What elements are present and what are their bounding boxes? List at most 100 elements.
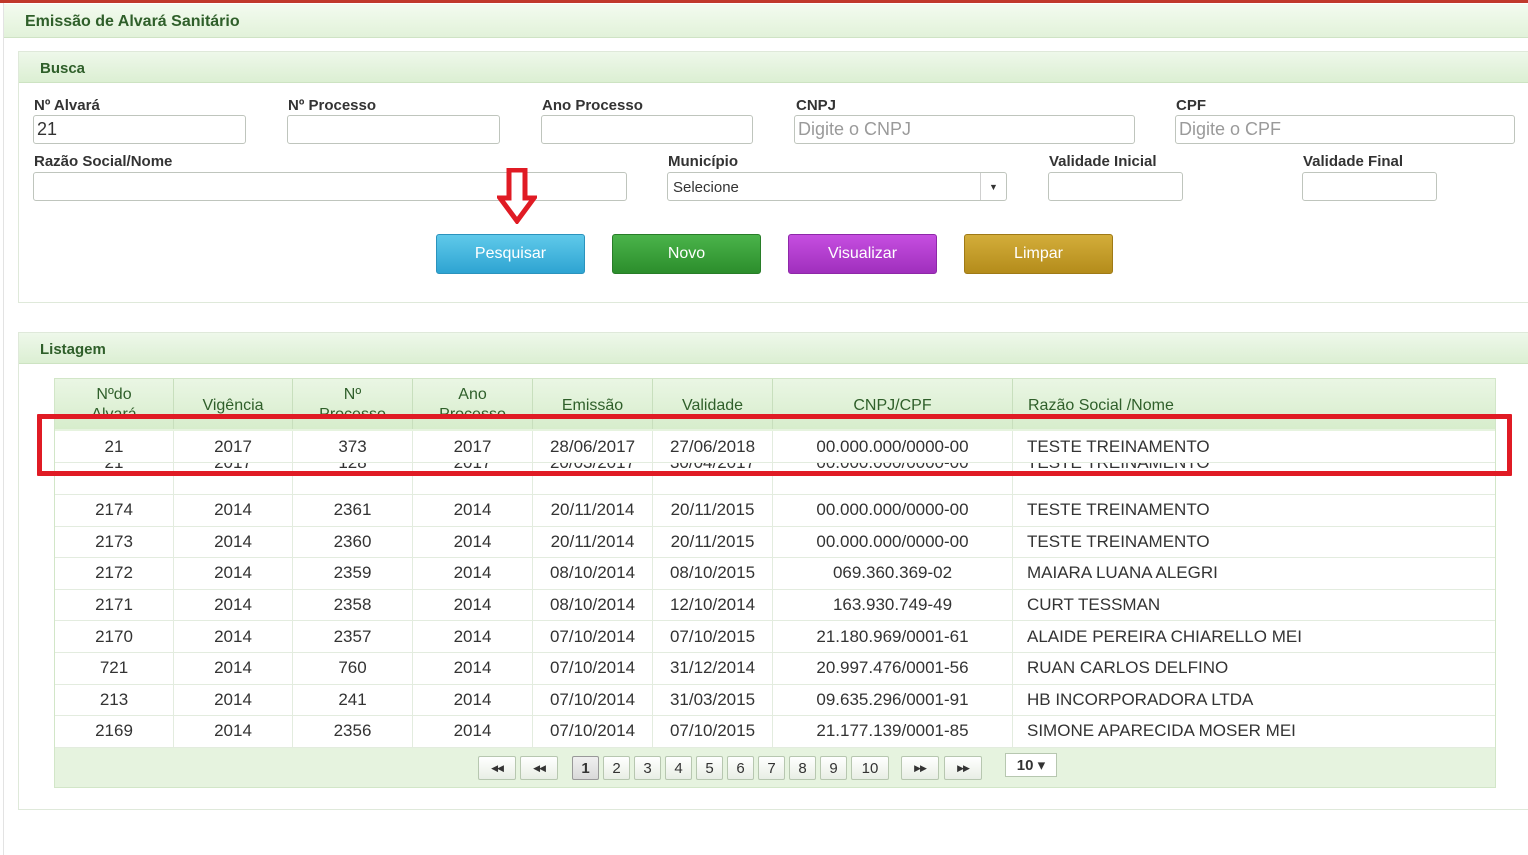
validade-final-input[interactable]: [1302, 172, 1437, 201]
cell-validade: 20/11/2015: [653, 495, 773, 526]
cell-alvara: 2170: [55, 621, 174, 652]
page-6-button[interactable]: 6: [727, 756, 754, 780]
cell-emissao: 20/11/2014: [533, 495, 653, 526]
page-title: Emissão de Alvará Sanitário: [25, 13, 240, 30]
first-page-button[interactable]: ◀◀: [478, 756, 516, 780]
table-row[interactable]: 2169 2014 2356 2014 07/10/2014 07/10/2015 21.1…: [55, 716, 1495, 748]
prev-page-button[interactable]: ◀◀: [520, 756, 558, 780]
cell-processo: 2358: [293, 589, 413, 621]
cell-validade: 20/11/2015: [653, 526, 773, 558]
cell-vigencia: 2014: [174, 621, 293, 652]
cell-alvara-text: 2169: [95, 721, 133, 741]
cell-alvara-text: 2171: [95, 595, 133, 615]
cell-emissao: 08/10/2014: [533, 589, 653, 621]
cell-razao-text: TESTE TREINAMENTO: [1027, 500, 1210, 520]
cell-cnpj-text: 21.177.139/0001-85: [816, 721, 969, 741]
cell-razao: CURT TESSMAN: [1013, 590, 1495, 621]
cell-ano-text: 2014: [453, 658, 492, 678]
cell-processo: 2357: [293, 621, 413, 652]
cell-validade-text: 20/11/2015: [670, 500, 755, 520]
validade-inicial-input[interactable]: [1048, 172, 1183, 201]
cell-processo-text: 2356: [333, 721, 372, 741]
cell-alvara: 2169: [55, 716, 174, 747]
page-7-button[interactable]: 7: [758, 756, 785, 780]
processo-input[interactable]: [287, 115, 500, 144]
cell-ano-text: 2014: [453, 563, 492, 583]
chevron-down-icon[interactable]: ▼: [980, 173, 1006, 200]
cell-razao-text: HB INCORPORADORA LTDA: [1027, 689, 1254, 709]
cell-cnpj: 00.000.000/0000-00: [773, 526, 1013, 558]
cell-razao-text: TESTE TREINAMENTO: [1027, 531, 1210, 551]
col-header-cnpj-cpf-label: CNPJ/CPF: [853, 397, 932, 414]
limpar-button[interactable]: Limpar: [964, 234, 1113, 274]
page-1-button[interactable]: 1: [572, 756, 599, 780]
listing-panel-title: Listagem: [40, 341, 106, 358]
cell-vigencia: 2014: [174, 558, 293, 589]
pagination: ◀◀ ◀◀ 1 2 3 4 5 6 7 8 9 10 ▶▶ ▶▶ 10 ▾: [55, 747, 1495, 787]
col-header-processo-line1: Nº: [343, 386, 362, 403]
cnpj-input[interactable]: [794, 115, 1135, 144]
cell-ano-text: 2014: [453, 595, 492, 615]
cell-vigencia-text: 2014: [214, 531, 252, 551]
cell-cnpj: 09.635.296/0001-91: [773, 684, 1013, 716]
cell-vigencia-text: 2014: [214, 595, 252, 615]
last-page-button[interactable]: ▶▶: [944, 756, 982, 780]
cell-vigencia-text: 2014: [214, 626, 252, 646]
table-row[interactable]: 2174 2014 2361 2014 20/11/2014 20/11/2015 00.0…: [55, 495, 1495, 527]
cell-razao: TESTE TREINAMENTO: [1013, 495, 1495, 526]
cell-alvara: 2173: [55, 526, 174, 558]
cell-alvara: 213: [55, 684, 174, 716]
municipio-selected: Selecione: [673, 179, 739, 196]
table-row[interactable]: 2173 2014 2360 2014 20/11/2014 20/11/2015 00.0…: [55, 526, 1495, 559]
page-4-button[interactable]: 4: [665, 756, 692, 780]
table-row[interactable]: 2171 2014 2358 2014 08/10/2014 12/10/2014 163.…: [55, 589, 1495, 622]
page-9-button[interactable]: 9: [820, 756, 847, 780]
pesquisar-button[interactable]: Pesquisar: [436, 234, 585, 274]
next-page-icon: ▶▶: [914, 762, 927, 773]
cpf-input[interactable]: [1175, 115, 1515, 144]
cell-cnpj-text: 21.180.969/0001-61: [816, 626, 969, 646]
table-row[interactable]: 213 2014 241 2014 07/10/2014 31/03/2015 09.635…: [55, 684, 1495, 717]
cell-vigencia-text: 2014: [214, 658, 252, 678]
cell-emissao-text: 07/10/2014: [549, 626, 636, 646]
novo-button[interactable]: Novo: [612, 234, 761, 274]
cell-validade: 31/12/2014: [653, 653, 773, 684]
cell-ano: 2014: [413, 495, 533, 526]
cell-emissao: 07/10/2014: [533, 684, 653, 716]
cell-razao: TESTE TREINAMENTO: [1013, 527, 1495, 558]
cell-processo-text: 2358: [333, 595, 372, 615]
page-size-select[interactable]: 10 ▾: [1005, 753, 1057, 777]
alvara-input[interactable]: [33, 115, 246, 144]
table-row[interactable]: 2172 2014 2359 2014 08/10/2014 08/10/2015 069.…: [55, 558, 1495, 590]
cell-validade: 12/10/2014: [653, 589, 773, 621]
cell-processo: 241: [293, 684, 413, 716]
col-header-emissao-label: Emissão: [561, 397, 624, 414]
cell-vigencia-text: 2014: [214, 689, 252, 709]
cell-cnpj: 00.000.000/0000-00: [773, 495, 1013, 526]
page-2-button[interactable]: 2: [603, 756, 630, 780]
last-page-icon: ▶▶: [957, 762, 970, 773]
cell-cnpj: 163.930.749-49: [773, 589, 1013, 621]
page-8-button[interactable]: 8: [789, 756, 816, 780]
cell-vigencia: 2014: [174, 684, 293, 716]
cell-razao: SIMONE APARECIDA MOSER MEI: [1013, 716, 1495, 747]
razao-input[interactable]: [33, 172, 627, 201]
next-page-button[interactable]: ▶▶: [901, 756, 939, 780]
table-row[interactable]: 721 2014 760 2014 07/10/2014 31/12/2014 20.997…: [55, 653, 1495, 685]
ano-processo-input[interactable]: [541, 115, 753, 144]
cell-vigencia: 2014: [174, 716, 293, 747]
cell-razao-text: CURT TESSMAN: [1027, 595, 1161, 615]
municipio-select[interactable]: Selecione ▼: [667, 172, 1007, 201]
first-page-icon: ◀◀: [491, 762, 504, 773]
table-row[interactable]: 2170 2014 2357 2014 07/10/2014 07/10/2015 21.1…: [55, 621, 1495, 653]
cpf-label: CPF: [1176, 97, 1206, 114]
page-10-button[interactable]: 10: [851, 756, 889, 780]
cell-alvara-text: 2174: [95, 500, 133, 520]
cell-ano: 2014: [413, 558, 533, 589]
page-5-button[interactable]: 5: [696, 756, 723, 780]
page-3-button[interactable]: 3: [634, 756, 661, 780]
search-panel-title: Busca: [40, 60, 86, 77]
visualizar-button[interactable]: Visualizar: [788, 234, 937, 274]
col-header-razao-label: Razão Social /Nome: [1028, 397, 1174, 414]
cell-alvara: 721: [55, 653, 174, 684]
